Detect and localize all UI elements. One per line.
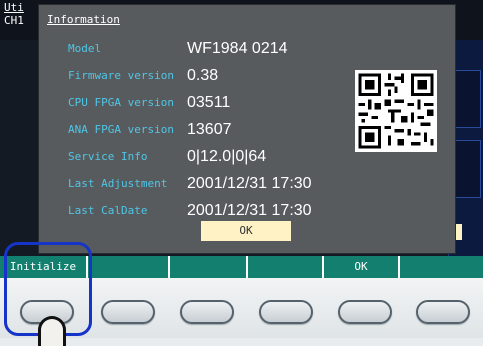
info-label: CPU FPGA version [68, 96, 174, 109]
right-side-bar [453, 140, 481, 198]
info-value: 03511 [187, 94, 231, 111]
info-value: 0|12.0|0|64 [187, 148, 267, 165]
softkey-4[interactable] [248, 256, 324, 278]
hardware-softkey-button-4[interactable] [259, 300, 313, 324]
right-side-bar [453, 70, 481, 128]
ok-button[interactable]: OK [201, 221, 291, 241]
hardware-softkey-button-6[interactable] [416, 300, 470, 324]
info-value: WF1984 0214 [187, 40, 288, 57]
ok-button-edge [456, 224, 462, 240]
info-value: 2001/12/31 17:30 [187, 202, 312, 219]
info-label: Last Adjustment [68, 177, 168, 190]
dialog-title: Information [47, 13, 120, 26]
info-label: Firmware version [68, 69, 174, 82]
info-value: 0.38 [187, 67, 219, 84]
softkey-2[interactable] [88, 256, 170, 278]
channel-indicator: CH1 [4, 14, 24, 27]
info-value: 13607 [187, 121, 232, 138]
utility-menu-title: Uti [4, 1, 24, 14]
info-label: Model [68, 42, 102, 55]
softkey-3[interactable] [170, 256, 248, 278]
info-label: Service Info [68, 150, 148, 163]
hardware-softkey-button-3[interactable] [180, 300, 234, 324]
softkey-ok[interactable]: OK [324, 256, 400, 278]
information-dialog: Information Model WF1984 0214 Firmware v… [38, 4, 456, 254]
softkey-6[interactable] [400, 256, 483, 278]
hardware-softkey-button-5[interactable] [338, 300, 392, 324]
info-value: 2001/12/31 17:30 [187, 175, 312, 192]
qr-code-icon [355, 70, 437, 152]
finger-pointer-icon [38, 316, 66, 346]
hardware-softkey-button-2[interactable] [101, 300, 155, 324]
info-label: Last CalDate [68, 204, 148, 217]
info-label: ANA FPGA version [68, 123, 174, 136]
